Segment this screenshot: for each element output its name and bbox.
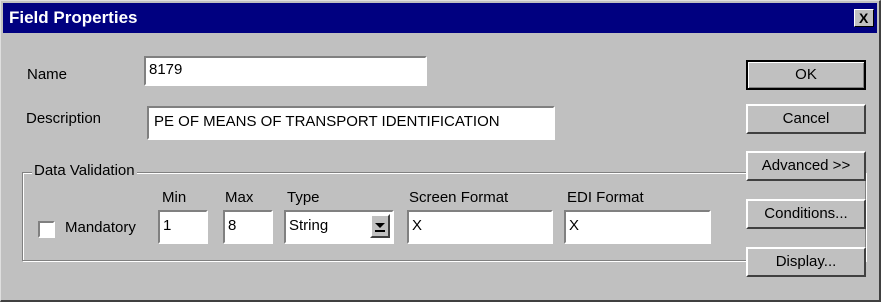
close-icon: X — [859, 10, 869, 26]
description-input[interactable]: PE OF MEANS OF TRANSPORT IDENTIFICATION — [147, 106, 555, 140]
max-label: Max — [225, 189, 254, 206]
name-input[interactable]: 8179 — [144, 56, 427, 86]
max-input[interactable]: 8 — [223, 210, 273, 244]
description-label: Description — [26, 110, 102, 127]
max-value: 8 — [228, 217, 237, 234]
mandatory-checkbox[interactable] — [38, 221, 55, 238]
close-button[interactable]: X — [854, 9, 874, 27]
min-input[interactable]: 1 — [158, 210, 208, 244]
description-value: PE OF MEANS OF TRANSPORT IDENTIFICATION — [154, 113, 500, 130]
advanced-button[interactable]: Advanced >> — [746, 151, 866, 181]
cancel-button[interactable]: Cancel — [746, 104, 866, 134]
screen-format-value: X — [412, 217, 423, 234]
ok-button[interactable]: OK — [746, 60, 866, 90]
type-dropdown-button[interactable] — [370, 214, 390, 238]
type-value: String — [289, 217, 329, 234]
name-label: Name — [27, 66, 68, 83]
edi-format-input[interactable]: X — [564, 210, 711, 244]
edi-format-value: X — [569, 217, 580, 234]
chevron-down-icon — [375, 223, 385, 232]
min-value: 1 — [163, 217, 172, 234]
name-value: 8179 — [149, 61, 183, 78]
conditions-button[interactable]: Conditions... — [746, 199, 866, 229]
mandatory-label: Mandatory — [65, 219, 136, 236]
min-label: Min — [162, 189, 187, 206]
data-validation-label: Data Validation — [32, 162, 137, 179]
title-bar: Field Properties X — [3, 3, 877, 33]
window-title: Field Properties — [9, 8, 138, 27]
edi-format-label: EDI Format — [567, 189, 644, 206]
display-button[interactable]: Display... — [746, 247, 866, 277]
screen-format-label: Screen Format — [409, 189, 509, 206]
type-label: Type — [287, 189, 320, 206]
screen-format-input[interactable]: X — [407, 210, 553, 244]
